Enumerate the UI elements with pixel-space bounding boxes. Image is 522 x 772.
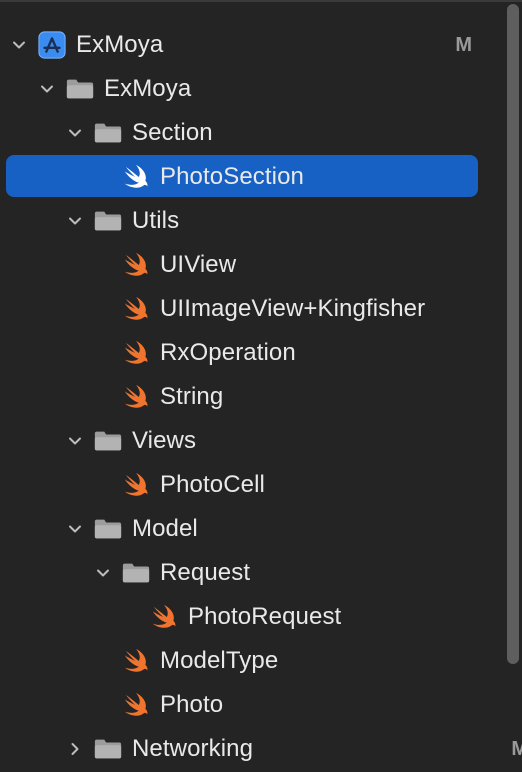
chevron-down-icon[interactable] [64, 430, 86, 452]
tree-item-section[interactable]: Section [0, 111, 522, 155]
chevron-down-icon[interactable] [64, 210, 86, 232]
tree-item-label: Utils [132, 207, 180, 234]
swift-file-icon [120, 161, 152, 193]
tree-item-label: Section [132, 119, 213, 146]
tree-item-views[interactable]: Views [0, 419, 522, 463]
folder-icon [92, 733, 124, 765]
tree-item-label: Model [132, 515, 198, 542]
swift-file-icon [120, 689, 152, 721]
folder-icon [92, 425, 124, 457]
tree-item-label: Views [132, 427, 197, 454]
swift-file-icon [120, 249, 152, 281]
swift-file-icon [120, 381, 152, 413]
tree-item-label: PhotoSection [160, 163, 304, 190]
tree-item-label: ExMoya [104, 75, 192, 102]
tree-item-label: RxOperation [160, 339, 296, 366]
status-badge: M [455, 33, 472, 56]
swift-file-icon [148, 601, 180, 633]
tree-item-label: Photo [160, 691, 224, 718]
tree-item-label: ModelType [160, 647, 279, 674]
status-badge: M [511, 737, 522, 760]
tree-item-label: PhotoCell [160, 471, 265, 498]
tree-item-networking[interactable]: Networking M [0, 727, 522, 771]
tree-item-photosection[interactable]: PhotoSection R [0, 155, 522, 199]
folder-icon [120, 557, 152, 589]
tree-item-label: UIImageView+Kingfisher [160, 295, 426, 322]
tree-item-photocell[interactable]: PhotoCell [0, 463, 522, 507]
tree-item-label: UIView [160, 251, 237, 278]
tree-item-uiview[interactable]: UIView [0, 243, 522, 287]
folder-icon [92, 117, 124, 149]
swift-file-icon [120, 293, 152, 325]
tree-item-utils[interactable]: Utils [0, 199, 522, 243]
tree-item-label: PhotoRequest [188, 603, 342, 630]
tree-item-photo[interactable]: Photo [0, 683, 522, 727]
tree-item-exmoya-project[interactable]: ExMoya M [0, 23, 498, 67]
tree-item-label: Request [160, 559, 251, 586]
chevron-down-icon[interactable] [64, 518, 86, 540]
swift-file-icon [120, 469, 152, 501]
folder-icon [92, 205, 124, 237]
project-navigator: ExMoya M ExMoya Section PhotoSection Uti… [0, 0, 522, 772]
tree-item-exmoya-group[interactable]: ExMoya [0, 67, 522, 111]
swift-file-icon [120, 645, 152, 677]
tree-item-string[interactable]: String [0, 375, 522, 419]
tree-item-request[interactable]: Request [0, 551, 522, 595]
top-divider [0, 0, 522, 2]
folder-icon [92, 513, 124, 545]
chevron-down-icon[interactable] [92, 562, 114, 584]
tree-item-photorequest[interactable]: PhotoRequest [0, 595, 522, 639]
tree-item-model[interactable]: Model [0, 507, 522, 551]
chevron-right-icon[interactable] [64, 738, 86, 760]
tree-item-rxoperation[interactable]: RxOperation [0, 331, 522, 375]
vertical-scrollbar[interactable] [507, 4, 519, 664]
tree-item-label: ExMoya [76, 31, 164, 58]
chevron-down-icon[interactable] [64, 122, 86, 144]
swift-file-icon [120, 337, 152, 369]
folder-icon [64, 73, 96, 105]
tree-item-uiimageview-kingfisher[interactable]: UIImageView+Kingfisher [0, 287, 522, 331]
tree-item-label: Networking [132, 735, 254, 762]
xcode-project-icon [36, 29, 68, 61]
tree-item-label: String [160, 383, 224, 410]
tree-item-modeltype[interactable]: ModelType [0, 639, 522, 683]
chevron-down-icon[interactable] [8, 34, 30, 56]
chevron-down-icon[interactable] [36, 78, 58, 100]
